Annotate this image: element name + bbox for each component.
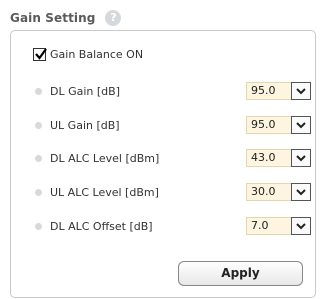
section-header: Gain Setting ? — [10, 8, 122, 28]
bullet-icon — [35, 121, 42, 129]
field-row-dl-alc-offset: DL ALC Offset [dB] 7.0 — [35, 216, 311, 236]
chevron-down-icon[interactable] — [291, 217, 311, 235]
dl-gain-select[interactable]: 95.0 — [246, 82, 311, 100]
dl-alc-level-value: 43.0 — [246, 149, 291, 167]
chevron-down-icon[interactable] — [291, 116, 311, 134]
gain-settings-panel: Gain Balance ON DL Gain [dB] 95.0 UL Gai… — [10, 30, 316, 298]
dl-alc-offset-value: 7.0 — [246, 217, 291, 235]
gain-balance-label: Gain Balance ON — [50, 48, 144, 61]
bullet-icon — [35, 188, 42, 196]
chevron-down-icon[interactable] — [291, 82, 311, 100]
dl-alc-offset-label: DL ALC Offset [dB] — [50, 219, 153, 233]
field-row-ul-alc-level: UL ALC Level [dBm] 30.0 — [35, 182, 311, 202]
ul-alc-level-label: UL ALC Level [dBm] — [50, 185, 159, 199]
dl-gain-value: 95.0 — [246, 82, 291, 100]
bullet-icon — [35, 222, 42, 230]
ul-gain-select[interactable]: 95.0 — [246, 116, 311, 134]
bullet-icon — [35, 87, 42, 95]
field-row-dl-gain: DL Gain [dB] 95.0 — [35, 81, 311, 101]
ul-alc-level-select[interactable]: 30.0 — [246, 183, 311, 201]
dl-alc-level-label: DL ALC Level [dBm] — [50, 151, 160, 165]
dl-alc-offset-select[interactable]: 7.0 — [246, 217, 311, 235]
checkmark-icon — [35, 48, 47, 60]
section-title: Gain Setting — [10, 11, 96, 25]
help-icon[interactable]: ? — [105, 10, 122, 26]
chevron-down-icon[interactable] — [291, 149, 311, 167]
apply-button[interactable]: Apply — [178, 261, 303, 286]
gain-balance-row[interactable]: Gain Balance ON — [33, 48, 143, 61]
chevron-down-icon[interactable] — [291, 183, 311, 201]
field-row-dl-alc-level: DL ALC Level [dBm] 43.0 — [35, 148, 311, 168]
ul-gain-label: UL Gain [dB] — [50, 118, 120, 132]
ul-alc-level-value: 30.0 — [246, 183, 291, 201]
dl-alc-level-select[interactable]: 43.0 — [246, 149, 311, 167]
field-row-ul-gain: UL Gain [dB] 95.0 — [35, 115, 311, 135]
gain-balance-checkbox[interactable] — [33, 48, 47, 61]
ul-gain-value: 95.0 — [246, 116, 291, 134]
dl-gain-label: DL Gain [dB] — [50, 84, 120, 98]
bullet-icon — [35, 154, 42, 162]
